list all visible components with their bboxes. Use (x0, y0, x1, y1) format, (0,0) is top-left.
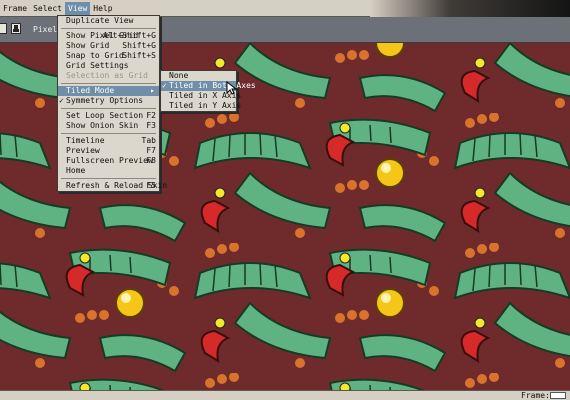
view-menu-item-label: Symmetry Options (66, 96, 144, 105)
view-menu-item-label: Show Grid (66, 41, 110, 50)
view-menu-item[interactable]: Show Onion Skin F3 (58, 121, 159, 131)
view-menu-item[interactable]: Home (58, 166, 159, 176)
tiled-mode-option[interactable]: None (161, 71, 236, 81)
shortcut-label: Tab (141, 136, 156, 145)
frame-input[interactable] (550, 392, 566, 399)
view-menu-item: Selection as Grid (58, 71, 159, 81)
shortcut-label: F7 (146, 146, 156, 155)
frame-label: Frame: (521, 391, 550, 400)
brush-icon (13, 25, 19, 32)
shortcut-label: F3 (146, 121, 156, 130)
shortcut-label: Shift+G (122, 41, 156, 50)
menu-select[interactable]: Select (30, 2, 65, 15)
view-menu-item[interactable]: Duplicate View (58, 16, 159, 26)
shortcut-label: Shift+S (122, 51, 156, 60)
view-menu-item[interactable]: Fullscreen Preview F8 (58, 156, 159, 166)
menu-separator (61, 28, 156, 29)
view-menu: Duplicate View Show Pixel Grid Alt+Shift+G… (57, 15, 167, 192)
view-menu-item[interactable]: Preview F7 (58, 146, 159, 156)
submenu-arrow-icon: ▸ (150, 86, 155, 95)
shortcut-label: F8 (146, 156, 156, 165)
shortcut-label: F2 (146, 111, 156, 120)
shortcut-label: Alt+Shift+G (103, 31, 156, 40)
menu-help[interactable]: Help (90, 2, 115, 15)
view-menu-item[interactable]: Tiled Mode ▸ (58, 86, 159, 96)
view-menu-item[interactable]: Refresh & Reload Skin F5 (58, 181, 167, 191)
view-menu-item-label: Snap to Grid (66, 51, 124, 60)
check-icon: ✓ (162, 81, 167, 90)
view-menu-item-label: Home (66, 166, 86, 175)
view-menu-item-label: Fullscreen Preview (66, 156, 153, 165)
menu-separator (61, 108, 156, 109)
menu-separator (61, 133, 156, 134)
menu-separator (61, 83, 156, 84)
menu-view[interactable]: View (65, 1, 91, 15)
view-menu-item[interactable]: Timeline Tab (58, 136, 159, 146)
tiled-mode-option-label: Tiled in Y Axis (169, 101, 242, 110)
menu-frame[interactable]: Frame (0, 2, 30, 15)
view-menu-item-label: Preview (66, 146, 100, 155)
menu-separator (61, 178, 156, 179)
cursor-arrow-icon (226, 81, 238, 95)
view-menu-item-label: Set Loop Section (66, 111, 144, 120)
tiled-mode-option-label: None (169, 71, 189, 80)
view-menu-item[interactable]: ✓ Symmetry Options (58, 96, 159, 106)
tool-button-2[interactable] (11, 23, 21, 34)
tiled-mode-option[interactable]: ✓ Tiled in Both Axes (161, 81, 256, 91)
view-menu-item-label: Timeline (66, 136, 105, 145)
status-bar: Frame: (0, 390, 570, 400)
view-menu-item-label: Grid Settings (66, 61, 129, 70)
view-menu-item[interactable]: Snap to Grid Shift+S (58, 51, 159, 61)
view-menu-item-label: Selection as Grid (66, 71, 148, 80)
view-menu-item[interactable]: Grid Settings (58, 61, 159, 71)
tiled-mode-option[interactable]: Tiled in X Axis (161, 91, 241, 101)
view-menu-item[interactable]: Show Pixel Grid Alt+Shift+G (58, 31, 159, 41)
menubar-shade (370, 0, 570, 17)
view-menu-item[interactable]: Show Grid Shift+G (58, 41, 159, 51)
tool-button-1[interactable] (0, 23, 7, 34)
view-menu-item[interactable]: Set Loop Section F2 (58, 111, 159, 121)
tiled-mode-option-label: Tiled in Both Axes (169, 81, 256, 90)
check-icon: ✓ (59, 96, 64, 105)
tiled-mode-option[interactable]: Tiled in Y Axis (161, 101, 241, 111)
view-menu-item-label: Show Onion Skin (66, 121, 139, 130)
shortcut-label: F5 (146, 181, 156, 190)
view-menu-item-label: Tiled Mode (66, 86, 115, 95)
view-menu-item-label: Duplicate View (66, 16, 134, 25)
